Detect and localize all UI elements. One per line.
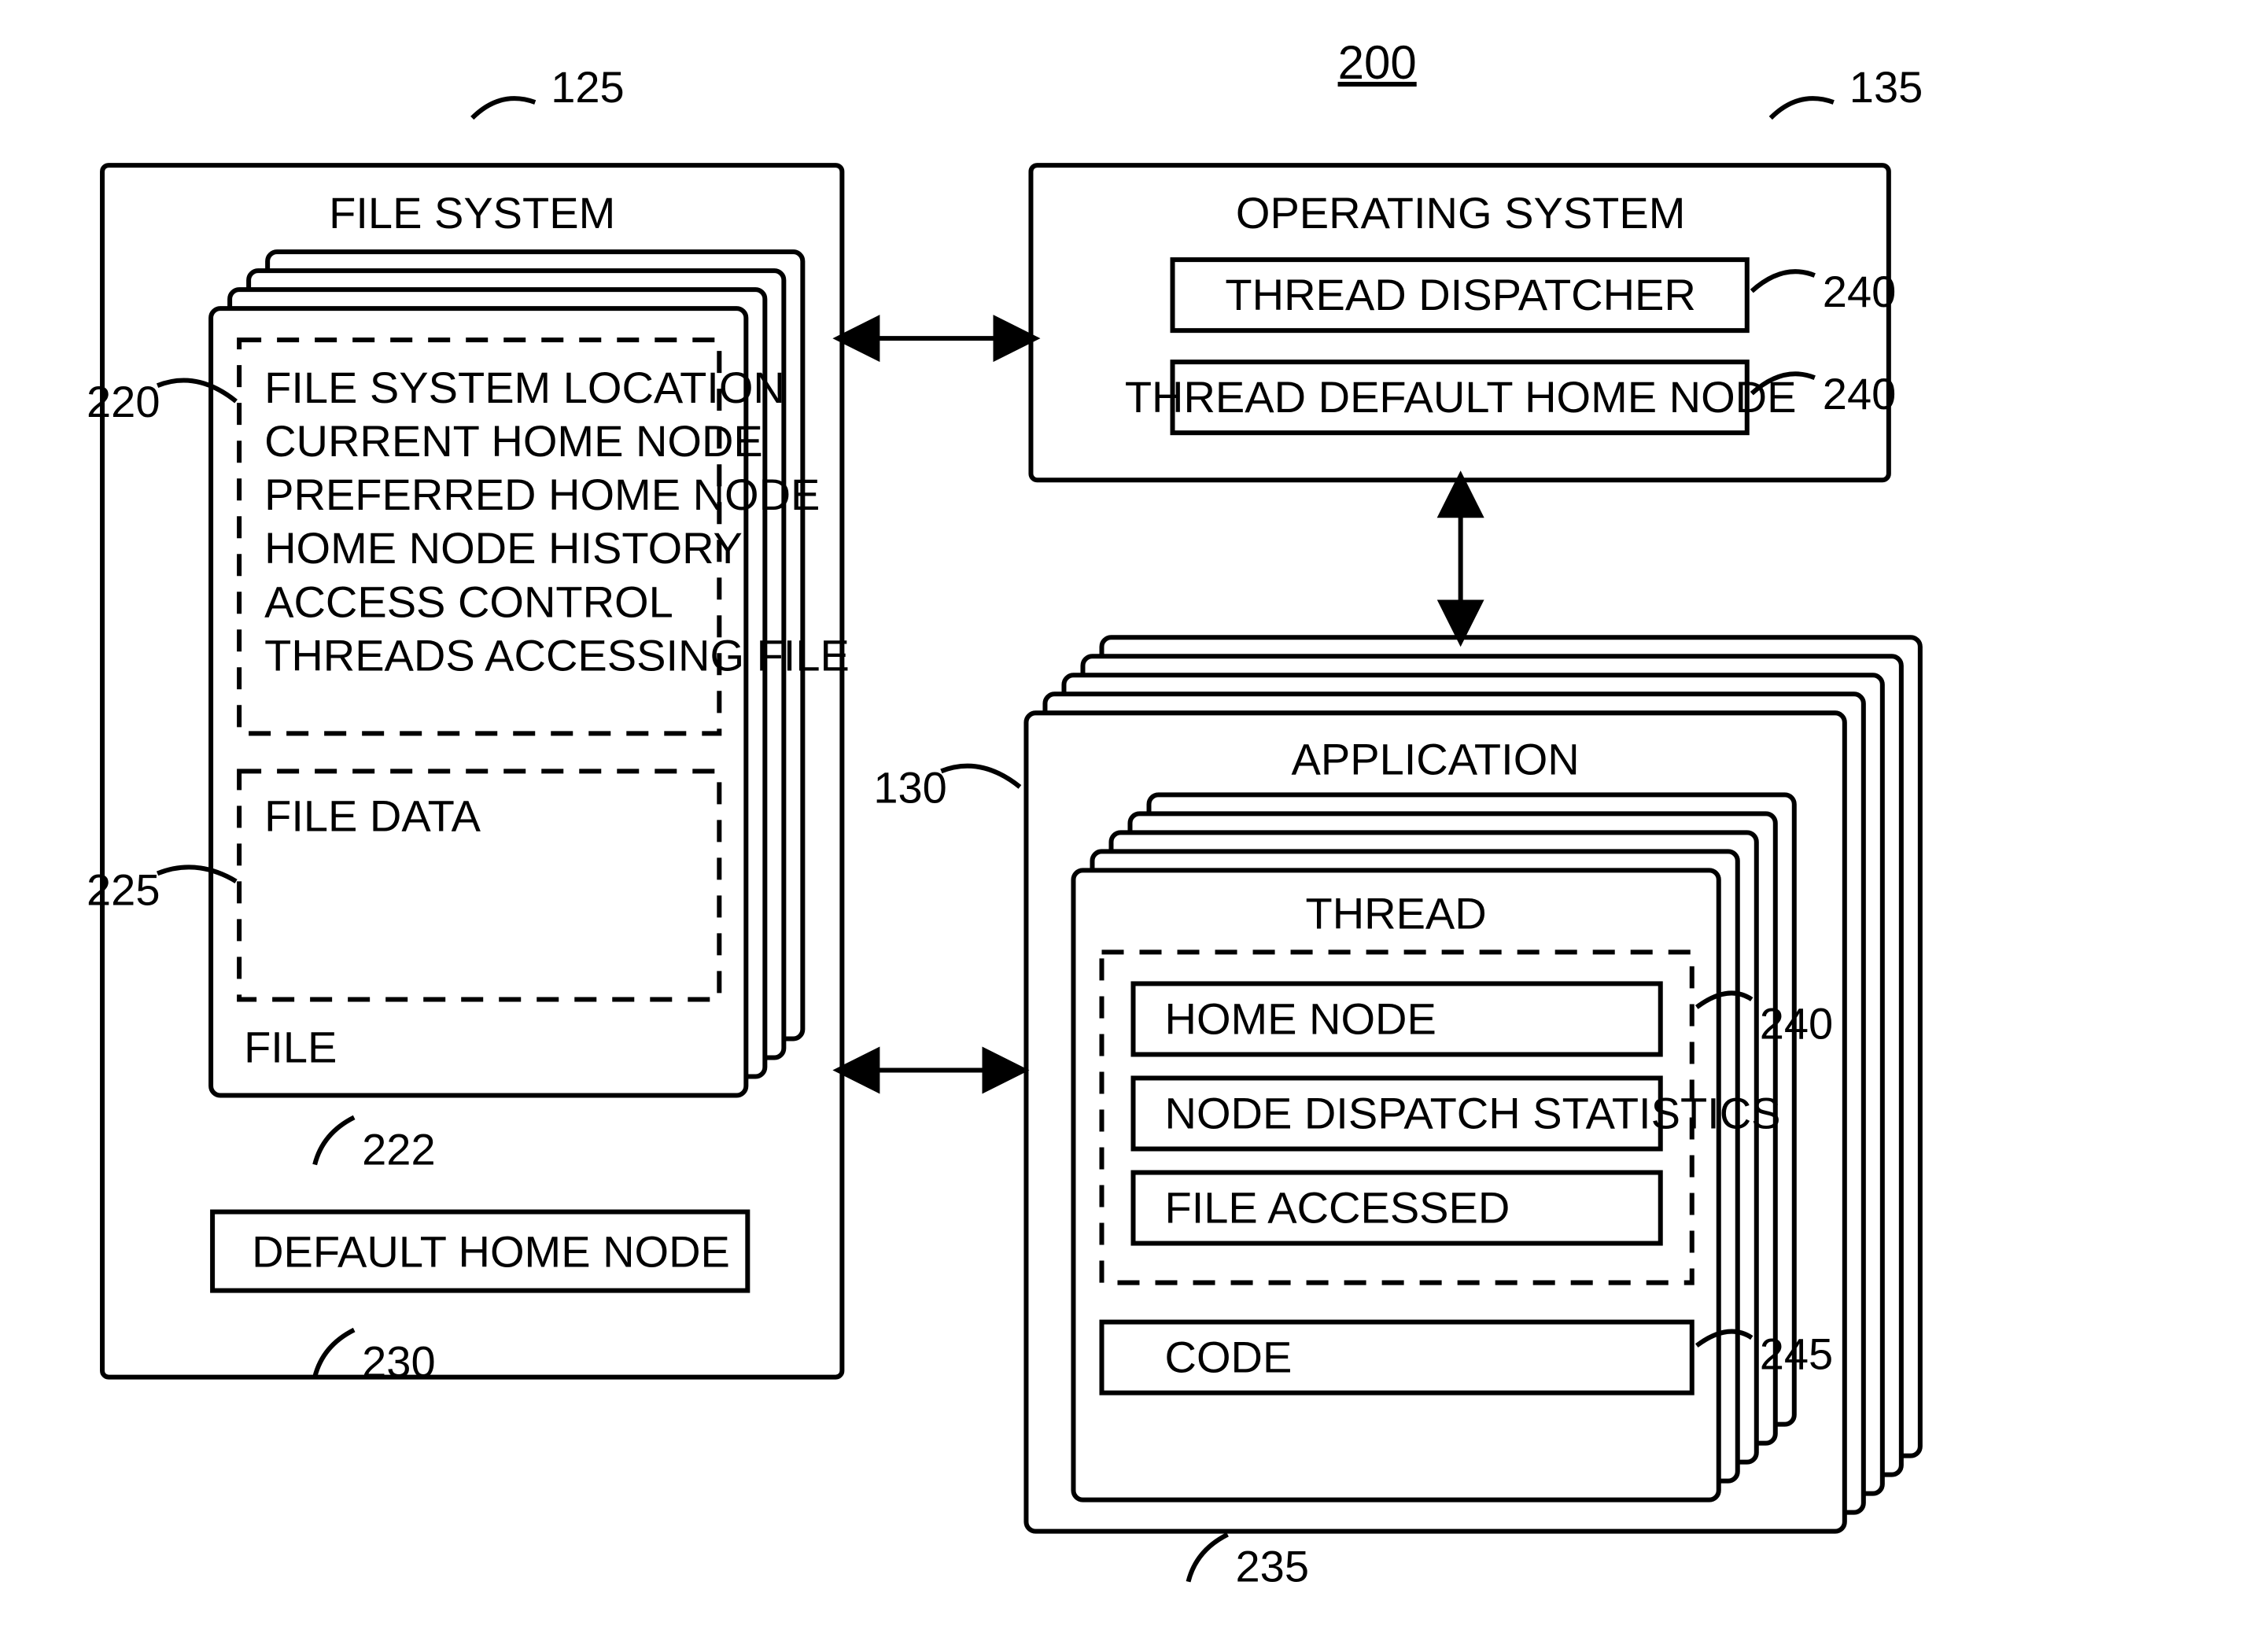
code-label: CODE bbox=[1165, 1333, 1293, 1382]
thread-dispatcher-ref: 240 bbox=[1823, 267, 1896, 316]
file-data-label: FILE DATA bbox=[264, 791, 481, 840]
thread-title: THREAD bbox=[1305, 888, 1486, 938]
file-ref: 222 bbox=[362, 1125, 435, 1174]
file-system-box: FILE SYSTEM 125 FILE 222 FILE SYSTEM LOC… bbox=[87, 62, 850, 1387]
application-box: APPLICATION 130 THREAD HOME NODE NODE DI… bbox=[873, 637, 1920, 1591]
meta-line-2: PREFERRED HOME NODE bbox=[264, 470, 820, 519]
default-home-node-label: DEFAULT HOME NODE bbox=[252, 1227, 730, 1277]
operating-system-box: OPERATING SYSTEM 135 THREAD DISPATCHER 2… bbox=[1031, 62, 1923, 480]
os-ref: 135 bbox=[1849, 62, 1923, 112]
figure-ref: 200 bbox=[1338, 36, 1417, 89]
meta-line-5: THREADS ACCESSING FILE bbox=[264, 630, 850, 680]
application-ref: 130 bbox=[873, 762, 946, 812]
file-data-ref: 225 bbox=[87, 865, 160, 914]
thread-ref: 235 bbox=[1236, 1542, 1309, 1591]
meta-line-0: FILE SYSTEM LOCATION bbox=[264, 363, 785, 412]
thread-item-2: FILE ACCESSED bbox=[1165, 1183, 1510, 1233]
os-title: OPERATING SYSTEM bbox=[1236, 188, 1685, 238]
thread-item-1: NODE DISPATCH STATISTICS bbox=[1165, 1088, 1781, 1137]
thread-box: THREAD HOME NODE NODE DISPATCH STATISTIC… bbox=[1073, 795, 1833, 1591]
thread-dashed-ref: 240 bbox=[1760, 998, 1833, 1048]
meta-line-1: CURRENT HOME NODE bbox=[264, 416, 763, 466]
file-label: FILE bbox=[244, 1022, 337, 1071]
thread-default-hn-label: THREAD DEFAULT HOME NODE bbox=[1125, 372, 1797, 422]
thread-default-hn-ref: 240 bbox=[1823, 369, 1896, 418]
code-ref: 245 bbox=[1760, 1329, 1833, 1379]
thread-item-0: HOME NODE bbox=[1165, 994, 1436, 1043]
thread-dispatcher-label: THREAD DISPATCHER bbox=[1225, 270, 1695, 319]
file-system-ref: 125 bbox=[551, 62, 624, 112]
application-title: APPLICATION bbox=[1292, 734, 1580, 783]
default-home-node-ref: 230 bbox=[362, 1337, 435, 1387]
meta-line-3: HOME NODE HISTORY bbox=[264, 523, 743, 573]
diagram-root: 200 FILE SYSTEM 125 FILE 222 FILE SYSTEM… bbox=[0, 0, 2268, 1637]
meta-line-4: ACCESS CONTROL bbox=[264, 577, 673, 626]
meta-ref: 220 bbox=[87, 377, 160, 426]
file-system-title: FILE SYSTEM bbox=[329, 188, 615, 238]
